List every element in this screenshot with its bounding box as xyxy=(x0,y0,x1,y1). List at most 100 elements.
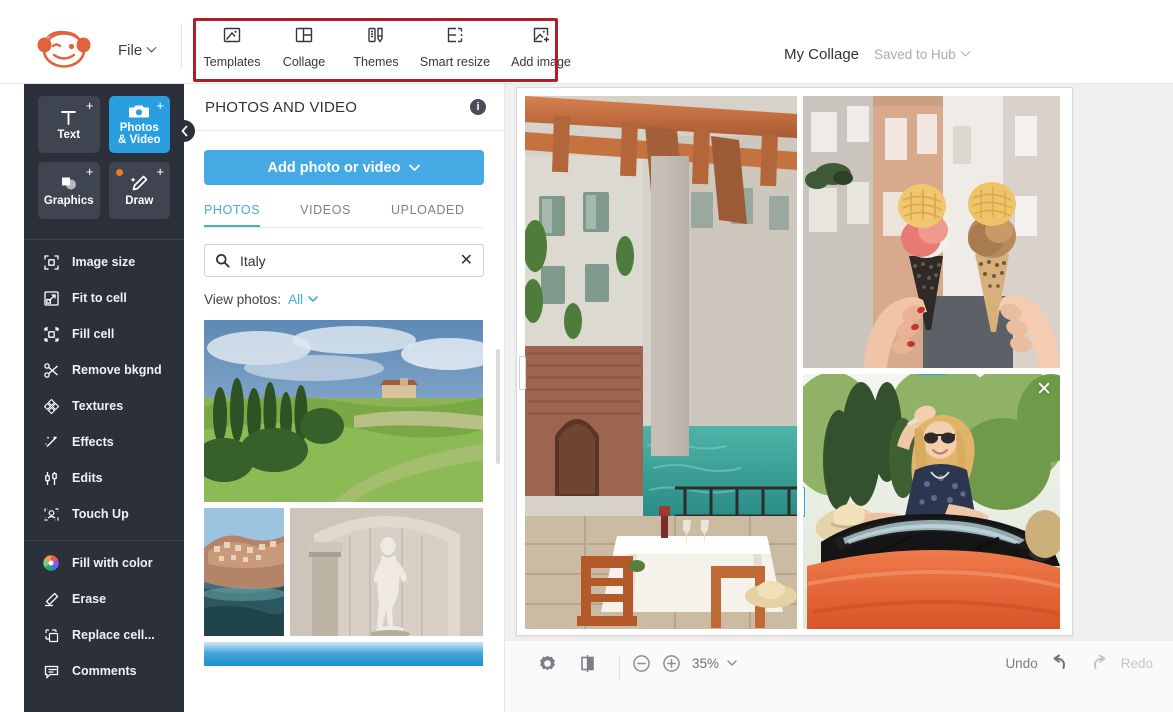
picmonkey-logo-icon[interactable] xyxy=(35,28,93,68)
photo-thumb-tuscany-hills-cypress-villa[interactable] xyxy=(204,320,484,502)
photo-thumb-cliffside-village-coast[interactable] xyxy=(204,508,284,636)
sidebar-item-remove-bkgnd[interactable]: Remove bkgnd xyxy=(24,352,184,388)
rail-tile-label-video: & Video xyxy=(118,134,161,146)
left-tool-rail: + Text + Photos & Video + xyxy=(24,84,184,712)
save-status-menu[interactable]: Saved to Hub xyxy=(874,47,969,62)
sidebar-label-fit-to-cell: Fit to cell xyxy=(72,291,127,305)
photos-and-video-panel: PHOTOS AND VIDEO i Add photo or video PH… xyxy=(184,84,505,712)
sidebar-item-fill-with-color[interactable]: Fill with color xyxy=(24,545,184,581)
zoom-in-button[interactable] xyxy=(662,654,681,673)
smart-resize-icon xyxy=(445,22,465,48)
rail-tile-grid: + Text + Photos & Video + xyxy=(24,84,184,229)
file-menu-button[interactable]: File xyxy=(118,42,155,59)
tab-uploaded[interactable]: UPLOADED xyxy=(391,199,465,227)
toolbar-button-themes[interactable]: Themes xyxy=(340,22,412,71)
tab-uploaded-label: UPLOADED xyxy=(391,203,465,217)
info-icon[interactable]: i xyxy=(470,99,486,115)
resize-handle-top[interactable] xyxy=(917,374,947,375)
sidebar-item-touch-up[interactable]: Touch Up xyxy=(24,496,184,532)
chevron-down-icon xyxy=(727,660,737,667)
redo-button[interactable] xyxy=(1090,654,1112,672)
rail-tile-text[interactable]: + Text xyxy=(38,96,100,153)
app-header: File Templates xyxy=(0,0,1173,84)
toolbar-button-collage[interactable]: Collage xyxy=(268,22,340,71)
rail-tile-draw[interactable]: + Draw xyxy=(109,162,171,219)
photo-thumb-blue-sea-horizon[interactable] xyxy=(204,642,484,666)
add-photo-or-video-button[interactable]: Add photo or video xyxy=(204,150,484,185)
toolbar-label-smart-resize: Smart resize xyxy=(420,55,490,69)
collage-cell-woman-in-orange-convertible-car[interactable]: ✕ xyxy=(803,374,1060,629)
sidebar-item-comments[interactable]: Comments xyxy=(24,653,184,689)
sidebar-item-replace-cell[interactable]: Replace cell... xyxy=(24,617,184,653)
collage-canvas[interactable]: ✕ xyxy=(516,87,1073,636)
resize-handle-left[interactable] xyxy=(803,487,805,517)
sidebar-label-fill-cell: Fill cell xyxy=(72,327,114,341)
add-image-icon xyxy=(531,22,551,48)
clear-search-icon[interactable]: ✕ xyxy=(460,254,473,268)
graphics-icon xyxy=(59,174,79,192)
canvas-left-drag-handle[interactable] xyxy=(519,356,526,390)
sidebar-item-fit-to-cell[interactable]: Fit to cell xyxy=(24,280,184,316)
new-feature-dot-icon xyxy=(116,169,123,176)
tab-photos[interactable]: PHOTOS xyxy=(204,199,260,227)
zoom-out-button[interactable] xyxy=(632,654,651,673)
photo-thumb-row xyxy=(204,508,484,636)
tab-videos-label: VIDEOS xyxy=(300,203,351,217)
canvas-settings-button[interactable] xyxy=(527,654,567,673)
zoom-controls: 35% xyxy=(632,654,737,673)
scissors-icon xyxy=(41,360,61,380)
undo-redo-controls: Undo Redo xyxy=(1005,654,1173,672)
rail-tile-graphics[interactable]: + Graphics xyxy=(38,162,100,219)
remove-cell-image-button[interactable]: ✕ xyxy=(1036,380,1052,399)
photo-thumb-statue-of-david-florence[interactable] xyxy=(290,508,483,636)
collage-grid: ✕ xyxy=(525,96,1064,627)
zoom-level-select[interactable]: 35% xyxy=(692,656,737,671)
sidebar-item-fill-cell[interactable]: Fill cell xyxy=(24,316,184,352)
toolbar-button-add-image[interactable]: Add image xyxy=(498,22,584,71)
search-icon xyxy=(215,253,230,268)
collage-cell-venice-canal-restaurant-terrace[interactable] xyxy=(525,96,797,629)
templates-icon xyxy=(222,22,242,48)
sidebar-item-effects[interactable]: Effects xyxy=(24,424,184,460)
chevron-down-icon xyxy=(308,296,318,303)
photo-search-box[interactable]: ✕ xyxy=(204,244,484,277)
image-size-icon xyxy=(41,252,61,272)
collapse-panel-button[interactable] xyxy=(173,120,195,142)
text-icon xyxy=(59,109,78,126)
camera-icon xyxy=(128,103,150,119)
tab-videos[interactable]: VIDEOS xyxy=(300,199,351,227)
chevron-down-icon xyxy=(409,164,420,172)
view-photos-filter: View photos: All xyxy=(204,292,484,307)
header-divider xyxy=(181,24,182,68)
sidebar-item-textures[interactable]: Textures xyxy=(24,388,184,424)
save-status-label: Saved to Hub xyxy=(874,47,956,62)
undo-button[interactable] xyxy=(1047,654,1069,672)
sidebar-item-image-size[interactable]: Image size xyxy=(24,244,184,280)
main-toolbar: Templates Collage xyxy=(196,22,584,71)
plus-icon: + xyxy=(156,165,164,178)
rail-divider-2 xyxy=(24,540,184,541)
sliders-icon xyxy=(41,468,61,488)
toolbar-button-smart-resize[interactable]: Smart resize xyxy=(412,22,498,71)
chevron-down-icon xyxy=(147,43,157,53)
toolbar-button-templates[interactable]: Templates xyxy=(196,22,268,71)
collage-cell-gelato-cones-in-hands[interactable] xyxy=(803,96,1060,368)
sidebar-item-edits[interactable]: Edits xyxy=(24,460,184,496)
panel-scrollbar[interactable] xyxy=(496,349,500,464)
undo-arrow-icon xyxy=(1047,654,1069,672)
themes-icon xyxy=(366,22,386,48)
toolbar-label-themes: Themes xyxy=(353,55,398,69)
chevron-left-icon xyxy=(180,125,189,137)
toolbar-label-add-image: Add image xyxy=(511,55,571,69)
view-photos-select[interactable]: All xyxy=(288,292,318,307)
document-title: My Collage xyxy=(784,46,859,63)
compare-view-button[interactable] xyxy=(567,654,607,673)
search-input[interactable] xyxy=(240,253,450,269)
zoom-out-circle-icon xyxy=(632,654,651,673)
gear-icon xyxy=(538,654,557,673)
panel-title-label: PHOTOS AND VIDEO xyxy=(205,99,470,116)
sidebar-item-erase[interactable]: Erase xyxy=(24,581,184,617)
redo-label: Redo xyxy=(1121,656,1153,671)
rail-tile-photos-video[interactable]: + Photos & Video xyxy=(109,96,171,153)
view-photos-value: All xyxy=(288,292,303,307)
